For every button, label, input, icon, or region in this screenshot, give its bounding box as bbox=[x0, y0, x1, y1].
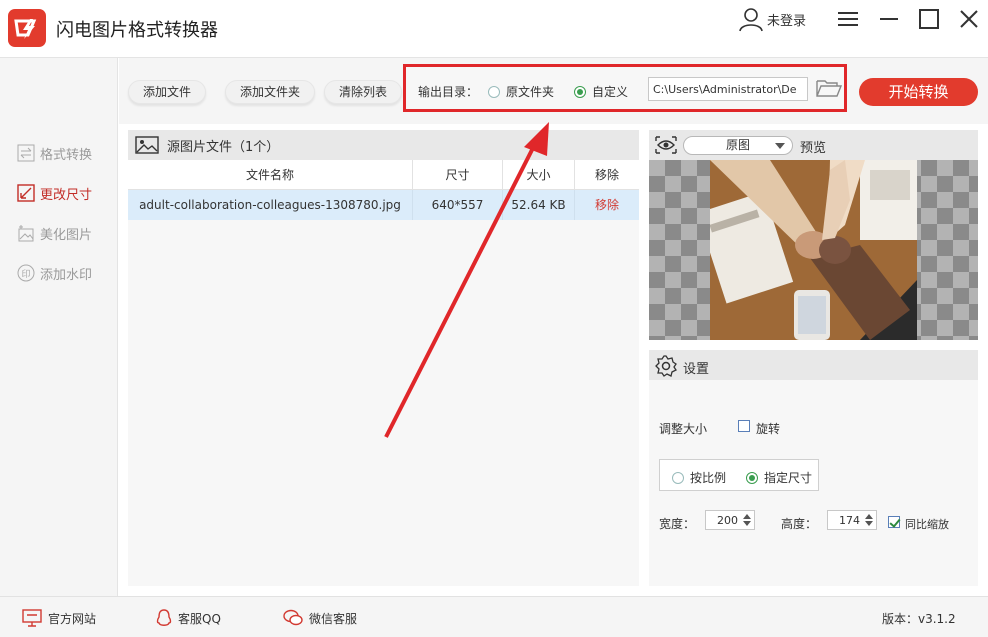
column-header-name: 文件名称 bbox=[128, 160, 413, 190]
resize-label: 调整大小 bbox=[659, 422, 708, 436]
sidebar-item-watermark[interactable]: 印 添加水印 bbox=[16, 262, 112, 284]
height-label: 高度： bbox=[781, 517, 818, 531]
radio-circle bbox=[488, 85, 500, 98]
website-link[interactable]: 官方网站 bbox=[22, 609, 96, 627]
width-label: 宽度： bbox=[659, 517, 696, 531]
add-folder-button[interactable]: 添加文件夹 bbox=[225, 80, 316, 104]
file-list-title: 源图片文件（1个） bbox=[167, 139, 280, 155]
beautify-icon bbox=[16, 223, 36, 243]
preview-label: 预览 bbox=[800, 141, 827, 156]
sidebar-item-format-convert[interactable]: 格式转换 bbox=[16, 142, 112, 164]
clear-list-button[interactable]: 清除列表 bbox=[324, 80, 403, 104]
wechat-label: 微信客服 bbox=[309, 611, 358, 626]
app-logo-icon bbox=[8, 9, 46, 47]
sidebar-item-resize[interactable]: 更改尺寸 bbox=[16, 182, 112, 204]
dimension-cell: 640*557 bbox=[413, 190, 503, 220]
rotate-label: 旋转 bbox=[756, 422, 781, 436]
watermark-icon: 印 bbox=[16, 263, 36, 283]
file-name-cell: adult-collaboration-colleagues-1308780.j… bbox=[128, 190, 413, 220]
swap-icon bbox=[16, 143, 36, 163]
monitor-icon bbox=[22, 609, 42, 627]
radio-label: 指定尺寸 bbox=[764, 471, 813, 485]
app-title: 闪电图片格式转换器 bbox=[56, 20, 218, 41]
sidebar-item-beautify[interactable]: 美化图片 bbox=[16, 222, 112, 244]
user-icon[interactable] bbox=[738, 6, 764, 32]
sidebar-item-label: 添加水印 bbox=[40, 267, 93, 283]
rotate-checkbox[interactable] bbox=[738, 420, 750, 432]
arrow-up-icon[interactable] bbox=[865, 514, 873, 519]
radio-custom-folder[interactable]: 自定义 bbox=[574, 83, 628, 100]
sidebar-item-label: 更改尺寸 bbox=[40, 187, 93, 203]
output-directory-panel: 输出目录： 原文件夹 自定义 bbox=[403, 64, 847, 112]
sidebar-item-label: 美化图片 bbox=[40, 227, 93, 243]
start-convert-button[interactable]: 开始转换 bbox=[859, 78, 978, 106]
toolbar: 添加文件 添加文件夹 清除列表 输出目录： 原文件夹 自定义 开始转换 bbox=[119, 58, 988, 124]
settings-header: 设置 bbox=[649, 350, 978, 380]
width-stepper[interactable]: 200 bbox=[705, 510, 755, 530]
qq-icon bbox=[156, 609, 172, 626]
close-icon[interactable] bbox=[957, 7, 981, 31]
resize-icon bbox=[16, 183, 36, 203]
arrow-down-icon[interactable] bbox=[865, 521, 873, 526]
resize-mode-group: 按比例 指定尺寸 bbox=[659, 459, 819, 491]
output-path-input[interactable] bbox=[648, 77, 808, 101]
preview-image bbox=[710, 160, 917, 340]
status-bar: 官方网站 客服QQ 微信客服 版本：v3.1.2 bbox=[0, 596, 988, 637]
radio-circle bbox=[672, 471, 684, 484]
chevron-down-icon bbox=[775, 143, 785, 149]
radio-circle bbox=[574, 85, 586, 98]
arrow-up-icon[interactable] bbox=[743, 514, 751, 519]
radio-by-ratio[interactable]: 按比例 bbox=[672, 469, 726, 486]
preview-mode-value: 原图 bbox=[725, 138, 750, 152]
svg-text:印: 印 bbox=[21, 268, 30, 280]
radio-label: 按比例 bbox=[690, 471, 727, 485]
wechat-support-link[interactable]: 微信客服 bbox=[283, 609, 357, 627]
sidebar: 格式转换 更改尺寸 美化图片 印 添加水印 bbox=[0, 58, 118, 596]
remove-file-link[interactable]: 移除 bbox=[575, 190, 639, 220]
sidebar-item-label: 格式转换 bbox=[40, 147, 93, 163]
radio-circle bbox=[746, 471, 758, 484]
title-bar: 闪电图片格式转换器 未登录 bbox=[0, 0, 988, 58]
qq-support-link[interactable]: 客服QQ bbox=[156, 609, 221, 627]
maximize-icon[interactable] bbox=[917, 7, 941, 31]
qq-label: 客服QQ bbox=[178, 611, 221, 626]
file-list-panel: 源图片文件（1个） 文件名称 尺寸 大小 移除 adult-collaborat… bbox=[128, 130, 639, 586]
minimize-icon[interactable] bbox=[877, 7, 901, 31]
column-header-filesize: 大小 bbox=[503, 160, 575, 190]
version-label: 版本：v3.1.2 bbox=[882, 612, 956, 626]
preview-mode-select[interactable]: 原图 bbox=[683, 136, 793, 155]
height-value: 174 bbox=[839, 514, 860, 527]
login-status-label[interactable]: 未登录 bbox=[767, 10, 806, 29]
column-header-dimension: 尺寸 bbox=[413, 160, 503, 190]
radio-original-folder[interactable]: 原文件夹 bbox=[488, 83, 554, 100]
eye-icon bbox=[655, 136, 677, 154]
add-file-button[interactable]: 添加文件 bbox=[128, 80, 207, 104]
keep-ratio-checkbox[interactable] bbox=[888, 516, 900, 528]
folder-open-icon[interactable] bbox=[816, 77, 842, 99]
output-directory-label: 输出目录： bbox=[418, 85, 479, 99]
wechat-icon bbox=[283, 609, 303, 626]
menu-icon[interactable] bbox=[836, 7, 860, 31]
radio-by-size[interactable]: 指定尺寸 bbox=[746, 469, 812, 486]
gear-icon bbox=[655, 355, 677, 377]
settings-panel: 调整大小 旋转 按比例 指定尺寸 宽度： 200 高度： 174 同比缩放 bbox=[649, 380, 978, 586]
image-icon bbox=[135, 136, 159, 154]
radio-label: 自定义 bbox=[592, 85, 629, 99]
filesize-cell: 52.64 KB bbox=[503, 190, 575, 220]
settings-title: 设置 bbox=[683, 362, 710, 377]
preview-canvas bbox=[649, 160, 978, 340]
table-row[interactable]: adult-collaboration-colleagues-1308780.j… bbox=[128, 190, 639, 220]
column-header-remove: 移除 bbox=[575, 160, 639, 190]
preview-header: 原图 预览 bbox=[649, 130, 978, 160]
keep-ratio-label: 同比缩放 bbox=[905, 518, 949, 531]
arrow-down-icon[interactable] bbox=[743, 521, 751, 526]
website-label: 官方网站 bbox=[48, 611, 97, 626]
height-stepper[interactable]: 174 bbox=[827, 510, 877, 530]
width-value: 200 bbox=[717, 514, 738, 527]
radio-label: 原文件夹 bbox=[506, 85, 555, 99]
file-list-header: 源图片文件（1个） bbox=[128, 130, 639, 160]
